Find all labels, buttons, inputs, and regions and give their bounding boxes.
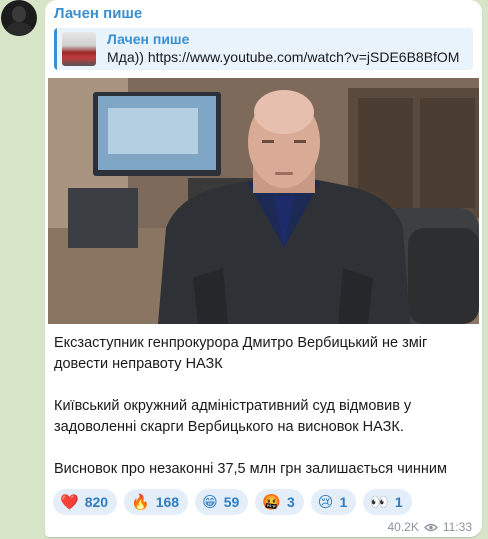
reaction-count: 59 (223, 494, 240, 510)
view-count: 40.2K (387, 520, 419, 534)
reply-author: Лачен пише (107, 31, 190, 47)
reaction-grin[interactable]: 😁 59 (195, 489, 249, 515)
avatar-body-shape (6, 22, 32, 36)
message-paragraph: Екс­заступник генпрокурора Дмитро Вербиц… (54, 335, 428, 372)
eye-icon (423, 523, 438, 531)
photo-illustration (48, 78, 479, 324)
avatar-head-shape (12, 6, 26, 22)
reaction-count: 168 (155, 494, 180, 510)
message-paragraph: Київський окружний адміністративний суд … (54, 398, 412, 435)
reaction-count: 820 (84, 494, 109, 510)
message-bubble: Лачен пише Лачен пише Мда)) https://www.… (45, 0, 482, 537)
message-text: Екс­заступник генпрокурора Дмитро Вербиц… (54, 333, 474, 501)
fire-icon: 🔥 (131, 493, 150, 511)
reply-text: Мда)) https://www.youtube.com/watch?v=jS… (107, 49, 460, 65)
channel-avatar[interactable] (1, 0, 37, 36)
angry-icon: 🤬 (262, 493, 281, 511)
reaction-fire[interactable]: 🔥 168 (124, 489, 189, 515)
reply-thumbnail (62, 32, 96, 66)
reaction-count: 1 (339, 494, 348, 510)
message-time: 11:33 (442, 520, 472, 534)
heart-icon: ❤️ (60, 493, 79, 511)
reaction-eyes[interactable]: 👀 1 (363, 489, 412, 515)
message-meta: 40.2K 11:33 (388, 520, 473, 534)
crying-icon: 😢 (317, 493, 334, 511)
reply-accent-bar (54, 28, 57, 70)
eyes-icon: 👀 (370, 493, 389, 511)
reply-preview[interactable]: Лачен пише Мда)) https://www.youtube.com… (54, 28, 473, 70)
reaction-count: 1 (394, 494, 403, 510)
message-paragraph: Висновок про незаконні 37,5 млн грн зали… (54, 461, 447, 477)
reaction-heart[interactable]: ❤️ 820 (53, 489, 118, 515)
reaction-crying[interactable]: 😢 1 (310, 489, 357, 515)
reactions-bar: ❤️ 820 🔥 168 😁 59 🤬 3 😢 1 👀 1 (53, 489, 412, 515)
message-photo[interactable] (48, 78, 479, 324)
reaction-count: 3 (287, 494, 295, 510)
grin-icon: 😁 (202, 493, 218, 511)
reaction-angry[interactable]: 🤬 3 (255, 489, 304, 515)
message-author[interactable]: Лачен пише (54, 5, 142, 22)
